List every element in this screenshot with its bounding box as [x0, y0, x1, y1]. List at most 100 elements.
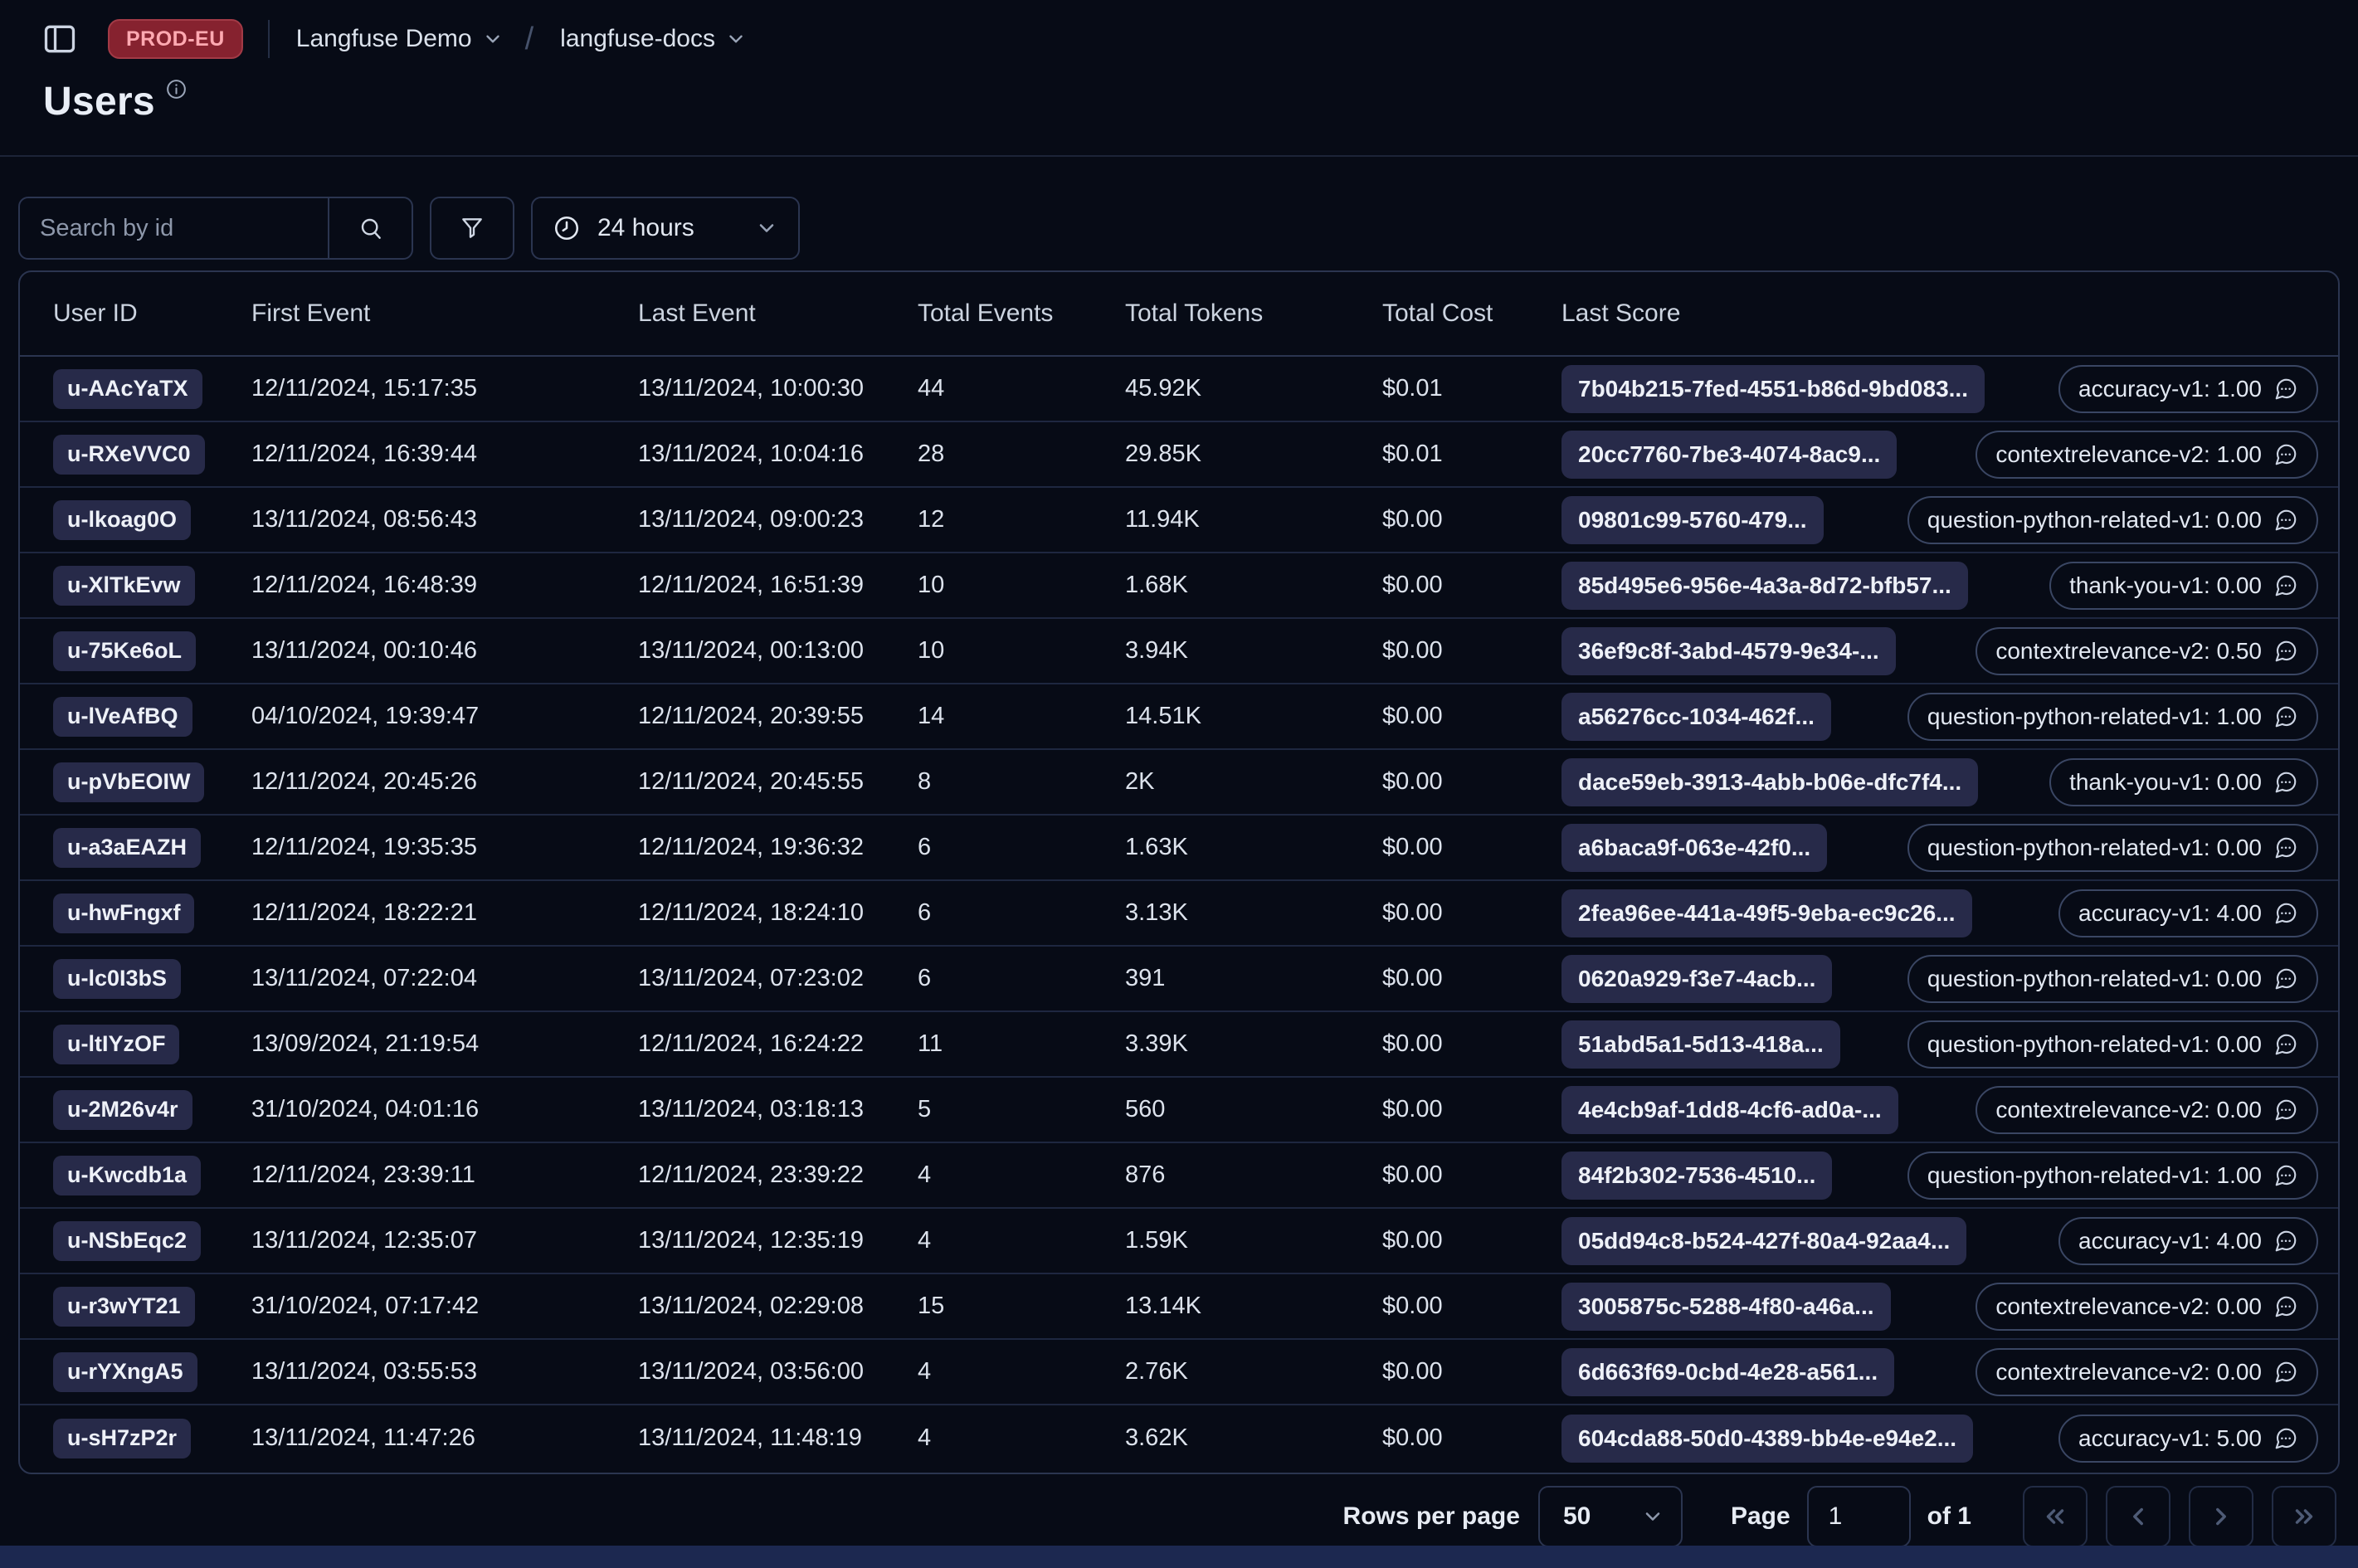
- last-score-pill[interactable]: question-python-related-v1: 1.00: [1907, 692, 2318, 741]
- cell-total-events: 4: [918, 1227, 932, 1254]
- comment-bubble-icon: [2273, 704, 2298, 729]
- cell-total-events: 15: [918, 1293, 945, 1319]
- search-input[interactable]: [20, 198, 328, 258]
- trace-id-badge[interactable]: 84f2b302-7536-4510...: [1561, 1151, 1833, 1200]
- environment-badge[interactable]: PROD-EU: [108, 19, 243, 59]
- trace-id-badge[interactable]: 0620a929-f3e7-4acb...: [1561, 954, 1833, 1003]
- user-id-badge[interactable]: u-a3aEAZH: [53, 827, 202, 868]
- sidebar-toggle-button[interactable]: [41, 21, 78, 57]
- table-row[interactable]: u-pVbEOIW 12/11/2024, 20:45:26 12/11/202…: [20, 750, 2338, 816]
- table-row[interactable]: u-lc0I3bS 13/11/2024, 07:22:04 13/11/202…: [20, 947, 2338, 1012]
- last-score-pill[interactable]: contextrelevance-v2: 0.00: [1976, 1282, 2318, 1331]
- time-range-button[interactable]: 24 hours: [531, 197, 800, 260]
- cell-first-event: 13/11/2024, 00:10:46: [251, 637, 477, 664]
- last-score-pill[interactable]: accuracy-v1: 1.00: [2058, 364, 2318, 413]
- last-score-pill[interactable]: accuracy-v1: 4.00: [2058, 1216, 2318, 1265]
- trace-id-badge[interactable]: 2fea96ee-441a-49f5-9eba-ec9c26...: [1561, 889, 1972, 937]
- cell-total-events: 14: [918, 703, 945, 729]
- trace-id-badge[interactable]: 20cc7760-7be3-4074-8ac9...: [1561, 430, 1898, 479]
- user-id-badge[interactable]: u-AAcYaTX: [53, 368, 202, 409]
- comment-bubble-icon: [2273, 770, 2298, 795]
- last-score-pill[interactable]: question-python-related-v1: 1.00: [1907, 1151, 2318, 1200]
- user-id-badge[interactable]: u-ltIYzOF: [53, 1024, 180, 1064]
- cell-total-events: 6: [918, 834, 932, 860]
- table-row[interactable]: u-ltIYzOF 13/09/2024, 21:19:54 12/11/202…: [20, 1012, 2338, 1078]
- user-id-badge[interactable]: u-RXeVVC0: [53, 434, 205, 475]
- filter-button[interactable]: [430, 197, 514, 260]
- table-row[interactable]: u-lkoag0O 13/11/2024, 08:56:43 13/11/202…: [20, 488, 2338, 553]
- trace-id-badge[interactable]: 09801c99-5760-479...: [1561, 495, 1824, 544]
- user-id-badge[interactable]: u-lVeAfBQ: [53, 696, 192, 737]
- user-id-badge[interactable]: u-75Ke6oL: [53, 631, 197, 671]
- table-row[interactable]: u-rYXngA5 13/11/2024, 03:55:53 13/11/202…: [20, 1340, 2338, 1405]
- user-id-badge[interactable]: u-rYXngA5: [53, 1351, 197, 1392]
- trace-id-badge[interactable]: 85d495e6-956e-4a3a-8d72-bfb57...: [1561, 561, 1968, 610]
- last-score-pill[interactable]: contextrelevance-v2: 0.00: [1976, 1085, 2318, 1134]
- trace-id-badge[interactable]: 51abd5a1-5d13-418a...: [1561, 1020, 1840, 1069]
- trace-id-badge[interactable]: 7b04b215-7fed-4551-b86d-9bd083...: [1561, 364, 1985, 413]
- user-id-badge[interactable]: u-XlTkEvw: [53, 565, 195, 606]
- table-row[interactable]: u-a3aEAZH 12/11/2024, 19:35:35 12/11/202…: [20, 816, 2338, 881]
- table-row[interactable]: u-XlTkEvw 12/11/2024, 16:48:39 12/11/202…: [20, 553, 2338, 619]
- table-row[interactable]: u-hwFngxf 12/11/2024, 18:22:21 12/11/202…: [20, 881, 2338, 947]
- user-id-badge[interactable]: u-lkoag0O: [53, 499, 192, 540]
- last-score-pill[interactable]: accuracy-v1: 4.00: [2058, 889, 2318, 937]
- first-page-button[interactable]: [2023, 1486, 2088, 1547]
- trace-id-badge[interactable]: 4e4cb9af-1dd8-4cf6-ad0a-...: [1561, 1085, 1898, 1134]
- breadcrumb-org[interactable]: Langfuse Demo: [296, 25, 504, 53]
- breadcrumb-project[interactable]: langfuse-docs: [560, 25, 747, 53]
- cell-total-tokens: 3.13K: [1125, 899, 1188, 926]
- page-number-input[interactable]: [1806, 1486, 1911, 1547]
- user-id-badge[interactable]: u-2M26v4r: [53, 1089, 192, 1130]
- table-row[interactable]: u-lVeAfBQ 04/10/2024, 19:39:47 12/11/202…: [20, 684, 2338, 750]
- table-row[interactable]: u-75Ke6oL 13/11/2024, 00:10:46 13/11/202…: [20, 619, 2338, 684]
- user-id-badge[interactable]: u-r3wYT21: [53, 1286, 195, 1327]
- previous-page-button[interactable]: [2106, 1486, 2170, 1547]
- last-page-button[interactable]: [2272, 1486, 2336, 1547]
- table-row[interactable]: u-sH7zP2r 13/11/2024, 11:47:26 13/11/202…: [20, 1405, 2338, 1471]
- cell-first-event: 12/11/2024, 16:48:39: [251, 572, 477, 598]
- last-score-pill[interactable]: contextrelevance-v2: 1.00: [1976, 430, 2318, 479]
- user-id-badge[interactable]: u-pVbEOIW: [53, 762, 205, 802]
- pagination-bar: Rows per page 50 Page of 1: [1343, 1486, 2336, 1547]
- table-row[interactable]: u-NSbEqc2 13/11/2024, 12:35:07 13/11/202…: [20, 1209, 2338, 1274]
- trace-id-badge[interactable]: 36ef9c8f-3abd-4579-9e34-...: [1561, 626, 1896, 675]
- rows-per-page-select[interactable]: 50: [1537, 1486, 1683, 1547]
- trace-id-badge[interactable]: 604cda88-50d0-4389-bb4e-e94e2...: [1561, 1414, 1974, 1463]
- last-score-pill[interactable]: question-python-related-v1: 0.00: [1907, 495, 2318, 544]
- comment-bubble-icon: [2273, 377, 2298, 402]
- next-page-button[interactable]: [2189, 1486, 2253, 1547]
- user-id-badge[interactable]: u-NSbEqc2: [53, 1220, 202, 1261]
- table-row[interactable]: u-RXeVVC0 12/11/2024, 16:39:44 13/11/202…: [20, 422, 2338, 488]
- last-score-pill[interactable]: question-python-related-v1: 0.00: [1907, 954, 2318, 1003]
- trace-id-badge[interactable]: 05dd94c8-b524-427f-80a4-92aa4...: [1561, 1216, 1967, 1265]
- user-id-badge[interactable]: u-lc0I3bS: [53, 958, 182, 999]
- table-row[interactable]: u-AAcYaTX 12/11/2024, 15:17:35 13/11/202…: [20, 357, 2338, 422]
- trace-id-badge[interactable]: dace59eb-3913-4abb-b06e-dfc7f4...: [1561, 757, 1979, 806]
- cell-total-events: 10: [918, 637, 945, 664]
- table-row[interactable]: u-r3wYT21 31/10/2024, 07:17:42 13/11/202…: [20, 1274, 2338, 1340]
- cell-total-tokens: 3.62K: [1125, 1424, 1188, 1451]
- search-button[interactable]: [328, 198, 412, 258]
- user-id-badge[interactable]: u-hwFngxf: [53, 893, 195, 933]
- trace-id-badge[interactable]: a56276cc-1034-462f...: [1561, 692, 1831, 741]
- chevron-left-icon: [2124, 1502, 2152, 1531]
- cell-first-event: 13/11/2024, 12:35:07: [251, 1227, 477, 1254]
- user-id-badge[interactable]: u-sH7zP2r: [53, 1418, 192, 1458]
- last-score-pill[interactable]: question-python-related-v1: 0.00: [1907, 1020, 2318, 1069]
- last-score-pill[interactable]: thank-you-v1: 0.00: [2049, 561, 2318, 610]
- last-score-pill[interactable]: question-python-related-v1: 0.00: [1907, 823, 2318, 872]
- user-id-badge[interactable]: u-Kwcdb1a: [53, 1155, 202, 1195]
- chevron-down-icon: [482, 28, 504, 50]
- last-score-pill[interactable]: accuracy-v1: 5.00: [2058, 1414, 2318, 1463]
- table-row[interactable]: u-2M26v4r 31/10/2024, 04:01:16 13/11/202…: [20, 1078, 2338, 1143]
- last-score-pill[interactable]: thank-you-v1: 0.00: [2049, 757, 2318, 806]
- comment-bubble-icon: [2273, 508, 2298, 533]
- trace-id-badge[interactable]: 6d663f69-0cbd-4e28-a561...: [1561, 1347, 1895, 1396]
- trace-id-badge[interactable]: a6baca9f-063e-42f0...: [1561, 823, 1828, 872]
- trace-id-badge[interactable]: 3005875c-5288-4f80-a46a...: [1561, 1282, 1891, 1331]
- last-score-pill[interactable]: contextrelevance-v2: 0.50: [1976, 626, 2318, 675]
- table-row[interactable]: u-Kwcdb1a 12/11/2024, 23:39:11 12/11/202…: [20, 1143, 2338, 1209]
- info-icon[interactable]: [165, 78, 188, 100]
- last-score-pill[interactable]: contextrelevance-v2: 0.00: [1976, 1347, 2318, 1396]
